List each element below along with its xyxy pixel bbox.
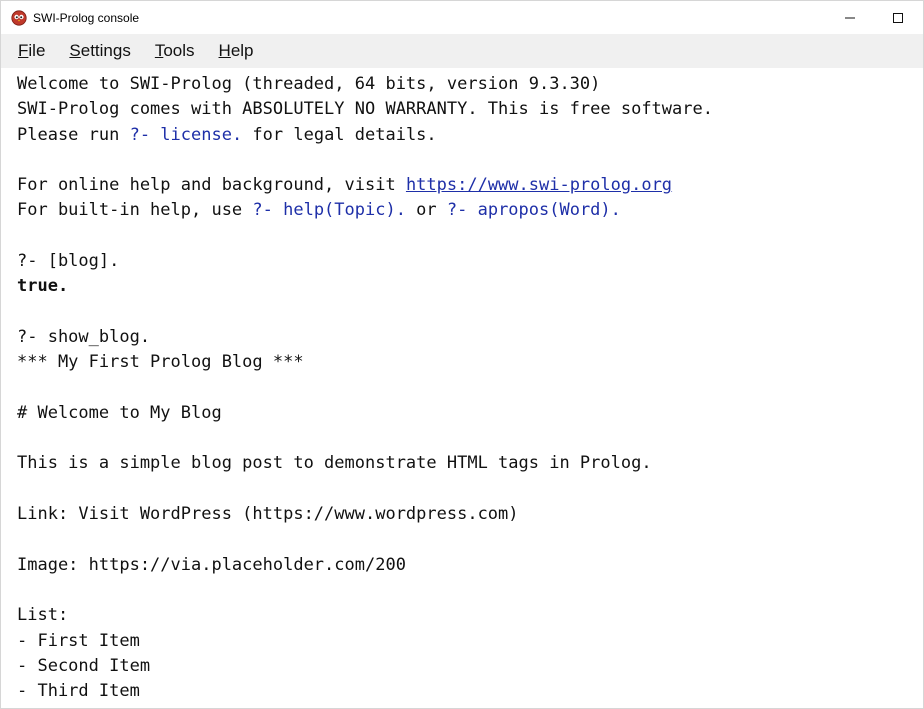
warranty-line: SWI-Prolog comes with ABSOLUTELY NO WARR…	[17, 99, 713, 120]
apropos-query[interactable]: ?- apropos(Word).	[447, 200, 621, 220]
blog-heading-output: # Welcome to My Blog	[17, 402, 222, 423]
console-output[interactable]: Welcome to SWI-Prolog (threaded, 64 bits…	[1, 68, 923, 708]
menu-settings[interactable]: Settings	[60, 34, 139, 68]
blog-title-output: *** My First Prolog Blog ***	[17, 352, 304, 373]
license-line: Please run ?- license. for legal details…	[17, 124, 437, 145]
blog-image-output: Image: https://via.placeholder.com/200	[17, 554, 406, 575]
menu-bar: File Settings Tools Help	[1, 34, 923, 68]
help-topic-query[interactable]: ?- help(Topic).	[252, 200, 406, 220]
minimize-icon	[845, 17, 855, 18]
builtin-help-line: For built-in help, use ?- help(Topic). o…	[17, 200, 621, 221]
online-help-line: For online help and background, visit ht…	[17, 175, 673, 196]
welcome-line: Welcome to SWI-Prolog (threaded, 64 bits…	[17, 74, 601, 94]
license-query[interactable]: ?- license.	[130, 125, 243, 145]
query-consult-blog: ?- [blog].	[17, 251, 120, 272]
blog-list-item: - Second Item	[17, 655, 151, 676]
menu-help[interactable]: Help	[210, 34, 263, 68]
query-result-true: true.	[17, 276, 69, 297]
blog-list-item: - First Item	[17, 630, 140, 651]
maximize-button[interactable]	[875, 1, 921, 34]
menu-tools[interactable]: Tools	[146, 34, 204, 68]
swi-prolog-website-link[interactable]: https://www.swi-prolog.org	[406, 175, 672, 195]
blog-list-item: - Third Item	[17, 681, 140, 702]
blog-paragraph-output: This is a simple blog post to demonstrat…	[17, 453, 652, 474]
blog-list-label: List:	[17, 605, 69, 626]
blog-link-output: Link: Visit WordPress (https://www.wordp…	[17, 504, 519, 525]
title-bar[interactable]: SWI-Prolog console	[1, 1, 923, 34]
app-window: SWI-Prolog console File Settings Tools H…	[0, 0, 924, 709]
minimize-button[interactable]	[827, 1, 873, 34]
swi-prolog-owl-icon	[11, 9, 27, 26]
query-show-blog: ?- show_blog.	[17, 326, 151, 347]
window-title: SWI-Prolog console	[33, 10, 140, 25]
menu-file[interactable]: File	[9, 34, 54, 68]
maximize-icon	[893, 12, 903, 23]
